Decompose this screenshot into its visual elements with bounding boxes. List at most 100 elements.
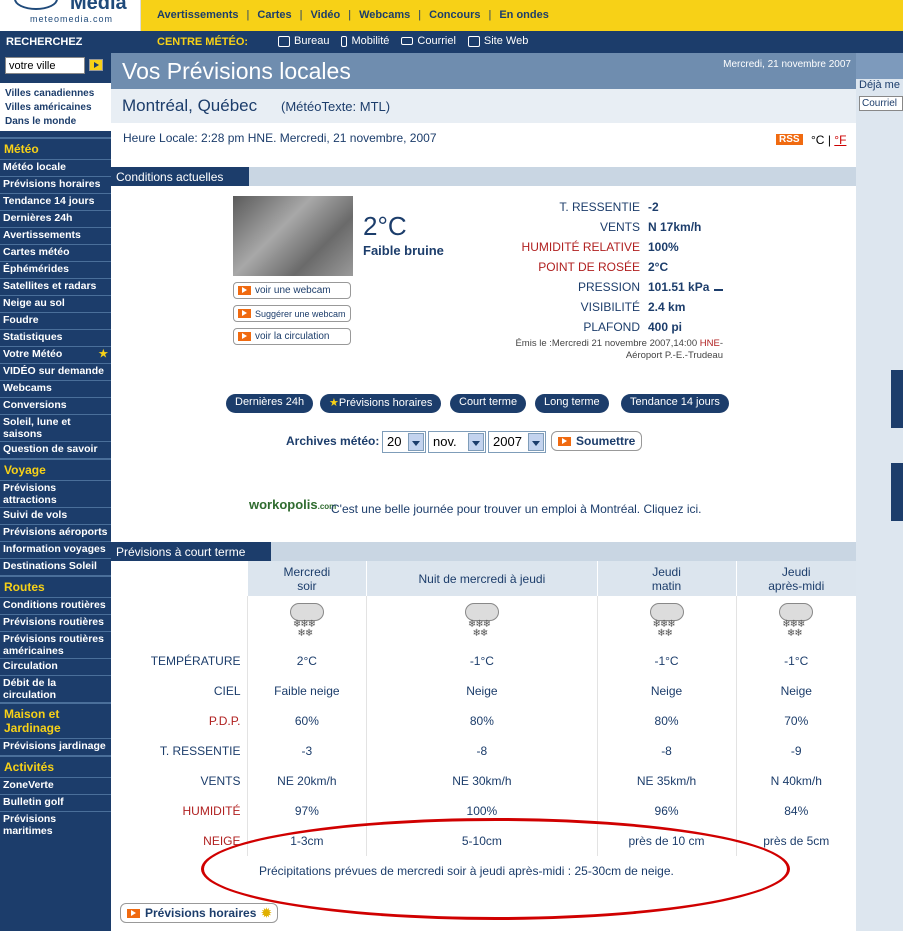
sidebar-item[interactable]: Statistiques bbox=[0, 329, 111, 346]
workopolis-logo[interactable]: workopolis.com bbox=[249, 497, 336, 512]
courriel-input[interactable] bbox=[859, 96, 903, 111]
topnav-en-ondes[interactable]: En ondes bbox=[491, 9, 557, 21]
sidebar-item[interactable]: Avertissements bbox=[0, 227, 111, 244]
red-annotation-ellipse bbox=[201, 818, 790, 920]
button-label: Soumettre bbox=[576, 434, 636, 448]
topnav-concours[interactable]: Concours bbox=[421, 9, 488, 21]
pill-dernieres-24h[interactable]: Dernières 24h bbox=[226, 394, 314, 413]
sidebar-item[interactable]: Prévisions maritimes bbox=[0, 811, 111, 838]
forecast-table: Mercredi soir Nuit de mercredi à jeudi Je… bbox=[111, 561, 856, 856]
sidebar-heading-routes: Routes bbox=[0, 575, 111, 597]
link-site-web[interactable]: Site Web bbox=[467, 35, 528, 47]
voir-webcam-button[interactable]: voir une webcam bbox=[233, 282, 351, 299]
archive-day-select[interactable]: 20 bbox=[382, 431, 426, 453]
button-label: voir la circulation bbox=[255, 331, 330, 342]
sidebar-item[interactable]: Information voyages bbox=[0, 541, 111, 558]
pill-long-terme[interactable]: Long terme bbox=[535, 394, 609, 413]
forecast-cell: -1°C bbox=[735, 646, 856, 676]
sidebar-item[interactable]: Dernières 24h bbox=[0, 210, 111, 227]
sidebar-item[interactable]: Éphémérides bbox=[0, 261, 111, 278]
suggerer-webcam-button[interactable]: Suggérer une webcam bbox=[233, 305, 351, 322]
sidebar-menu: Météo Météo locale Prévisions horaires T… bbox=[0, 137, 111, 838]
soumettre-button[interactable]: Soumettre bbox=[551, 431, 643, 451]
topnav-avertissements[interactable]: Avertissements bbox=[157, 9, 247, 21]
quick-link-americaines[interactable]: Villes américaines bbox=[5, 101, 106, 115]
sidebar-item-votre-meteo[interactable]: Votre Météo ★ bbox=[0, 346, 111, 363]
link-courriel[interactable]: Courriel bbox=[401, 35, 456, 47]
forecast-icon-row: ❄❄❄ ❄❄ ❄❄❄ ❄❄ ❄❄❄ ❄❄ ❄❄❄ ❄❄ bbox=[111, 596, 856, 646]
sidebar-item[interactable]: Prévisions aéroports bbox=[0, 524, 111, 541]
search-go-button[interactable] bbox=[89, 59, 103, 71]
archive-year-select[interactable]: 2007 bbox=[488, 431, 546, 453]
sidebar-item[interactable]: Conditions routières bbox=[0, 597, 111, 614]
sidebar-item[interactable]: Question de savoir bbox=[0, 441, 111, 458]
row-label[interactable]: P.D.P. bbox=[111, 706, 247, 736]
quick-link-monde[interactable]: Dans le monde bbox=[5, 115, 106, 129]
cond-value: 2.4 km bbox=[648, 300, 686, 314]
cond-row-pression: PRESSION 101.51 kPa bbox=[480, 280, 860, 294]
sidebar-item[interactable]: VIDÉO sur demande bbox=[0, 363, 111, 380]
sidebar-item[interactable]: Débit de la circulation bbox=[0, 675, 111, 702]
meteotexte-link[interactable]: (MétéoTexte: MTL) bbox=[281, 99, 390, 114]
topnav-webcams[interactable]: Webcams bbox=[351, 9, 418, 21]
period-line2: après-midi bbox=[768, 578, 825, 593]
meteomedia-logo[interactable]: Média meteomedia.com bbox=[0, 0, 141, 31]
pill-court-terme[interactable]: Court terme bbox=[450, 394, 527, 413]
previsions-horaires-button[interactable]: Prévisions horaires ✹ bbox=[120, 903, 279, 923]
celsius-unit[interactable]: °C bbox=[811, 133, 824, 147]
issued-station: Aéroport P.-E.-Trudeau bbox=[625, 350, 723, 361]
city-name: Montréal, Québec bbox=[122, 96, 258, 115]
sidebar-item[interactable]: Prévisions jardinage bbox=[0, 738, 111, 755]
sidebar-item[interactable]: Foudre bbox=[0, 312, 111, 329]
sidebar-heading-activites: Activités bbox=[0, 755, 111, 777]
cond-value: 2°C bbox=[648, 260, 669, 274]
rss-button[interactable]: RSS bbox=[776, 134, 803, 145]
sidebar-item[interactable]: Neige au sol bbox=[0, 295, 111, 312]
archive-month-select[interactable]: nov. bbox=[428, 431, 486, 453]
pill-tendance-14-jours[interactable]: Tendance 14 jours bbox=[621, 394, 729, 413]
right-ad-block[interactable] bbox=[891, 370, 903, 428]
empty-header bbox=[111, 561, 247, 596]
topnav-video[interactable]: Vidéo bbox=[303, 9, 349, 21]
link-mobilite[interactable]: Mobilité bbox=[341, 35, 389, 47]
forecast-cell: NE 35km/h bbox=[596, 766, 736, 796]
sidebar-item[interactable]: Cartes météo bbox=[0, 244, 111, 261]
webcam-image[interactable] bbox=[233, 196, 353, 276]
sidebar-item[interactable]: Tendance 14 jours bbox=[0, 193, 111, 210]
sidebar-item[interactable]: Prévisions horaires bbox=[0, 176, 111, 193]
sidebar-item[interactable]: Suivi de vols bbox=[0, 507, 111, 524]
cond-label[interactable]: POINT DE ROSÉE bbox=[480, 260, 640, 274]
sidebar-item[interactable]: Météo locale bbox=[0, 159, 111, 176]
sidebar-item[interactable]: Bulletin golf bbox=[0, 794, 111, 811]
sidebar-item[interactable]: Prévisions routières américaines bbox=[0, 631, 111, 658]
row-label[interactable]: HUMIDITÉ bbox=[111, 796, 247, 826]
sidebar-item[interactable]: Prévisions attractions bbox=[0, 480, 111, 507]
sidebar-heading-meteo: Météo bbox=[0, 137, 111, 159]
cond-label: PLAFOND bbox=[583, 320, 640, 334]
quick-link-canadiennes[interactable]: Villes canadiennes bbox=[5, 87, 106, 101]
sidebar-item[interactable]: Prévisions routières bbox=[0, 614, 111, 631]
fahrenheit-unit[interactable]: °F bbox=[834, 133, 846, 147]
forecast-row-vents: VENTS NE 20km/h NE 30km/h NE 35km/h N 40… bbox=[111, 766, 856, 796]
right-ad-block[interactable] bbox=[891, 463, 903, 521]
link-bureau[interactable]: Bureau bbox=[278, 35, 329, 47]
topnav-cartes[interactable]: Cartes bbox=[249, 9, 299, 21]
sidebar-item[interactable]: Soleil, lune et saisons bbox=[0, 414, 111, 441]
sidebar-item[interactable]: Conversions bbox=[0, 397, 111, 414]
select-value: 2007 bbox=[493, 434, 522, 449]
row-label: TEMPÉRATURE bbox=[150, 654, 241, 668]
sidebar-item[interactable]: Webcams bbox=[0, 380, 111, 397]
workopolis-ad-link[interactable]: C'est une belle journée pour trouver un … bbox=[331, 502, 702, 516]
pill-previsions-horaires[interactable]: ★Prévisions horaires bbox=[320, 394, 442, 413]
empty-label bbox=[111, 596, 247, 646]
sidebar-item[interactable]: Destinations Soleil bbox=[0, 558, 111, 575]
sidebar-item[interactable]: ZoneVerte bbox=[0, 777, 111, 794]
voir-circulation-button[interactable]: voir la circulation bbox=[233, 328, 351, 345]
play-icon bbox=[558, 436, 571, 446]
city-row: Montréal, Québec (MétéoTexte: MTL) bbox=[111, 89, 856, 123]
logo-arc-icon bbox=[14, 0, 58, 10]
city-search-input[interactable] bbox=[5, 57, 85, 74]
sidebar-item[interactable]: Satellites et radars bbox=[0, 278, 111, 295]
cond-label[interactable]: HUMIDITÉ RELATIVE bbox=[480, 240, 640, 254]
sidebar-item[interactable]: Circulation bbox=[0, 658, 111, 675]
